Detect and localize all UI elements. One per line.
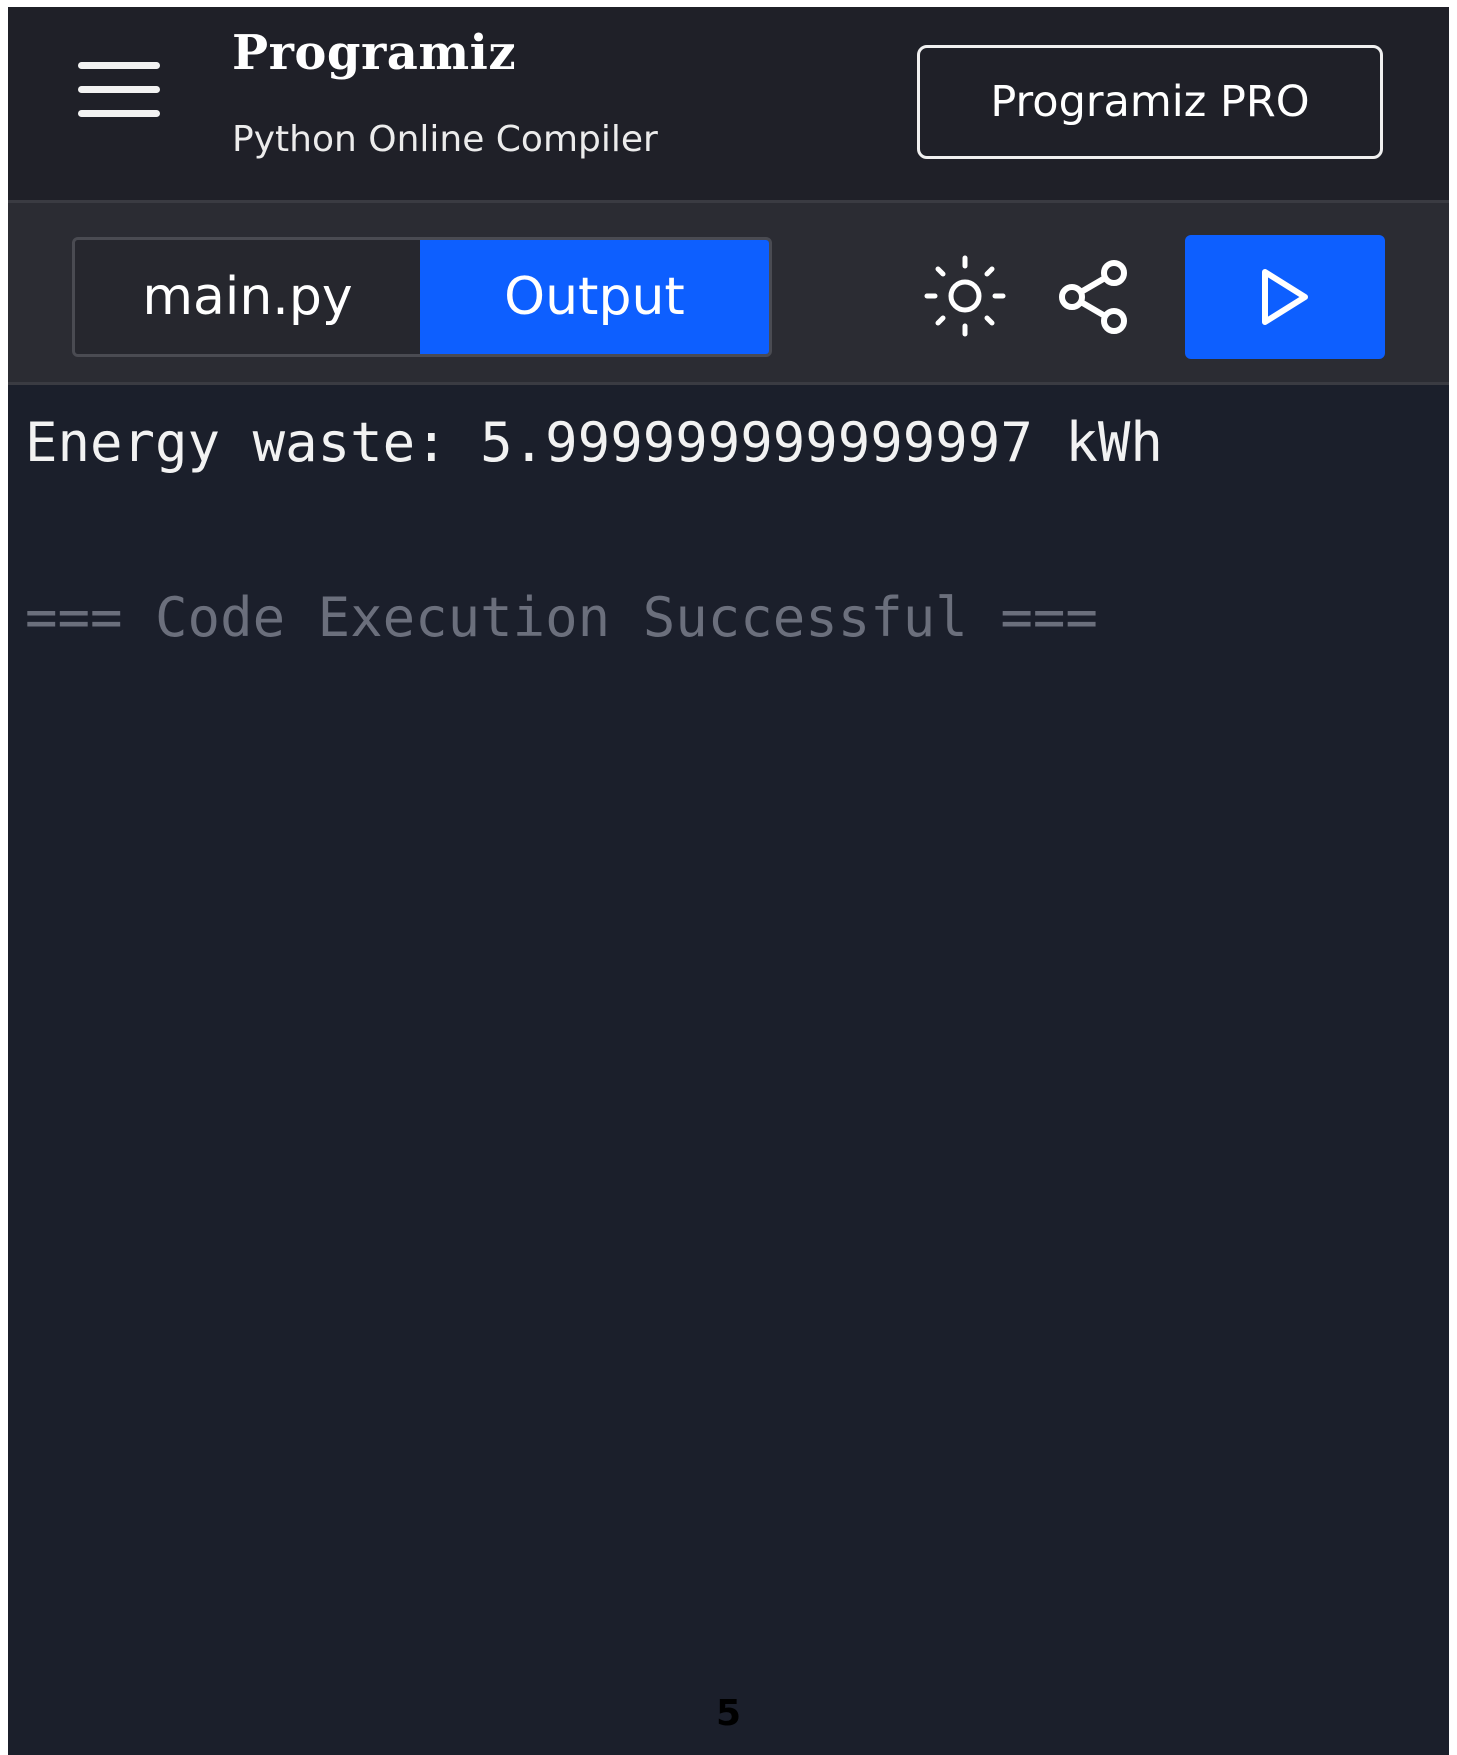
- programiz-pro-button[interactable]: Programiz PRO: [917, 45, 1383, 159]
- play-icon: [1262, 269, 1308, 325]
- file-tabs: main.py Output: [72, 237, 772, 357]
- logo-text: Programiz: [232, 25, 517, 81]
- page-subtitle: Python Online Compiler: [232, 119, 658, 160]
- tab-main-py[interactable]: main.py: [75, 240, 420, 354]
- output-panel: Energy waste: 5.999999999999997 kWh === …: [8, 385, 1449, 1755]
- sun-icon[interactable]: [923, 254, 1007, 338]
- run-button[interactable]: [1185, 235, 1385, 359]
- share-icon[interactable]: [1054, 256, 1134, 338]
- execution-status-line: === Code Execution Successful ===: [25, 586, 1098, 649]
- output-result-line: Energy waste: 5.999999999999997 kWh: [25, 411, 1163, 474]
- menu-icon[interactable]: [78, 59, 160, 121]
- page-number: 5: [715, 1693, 742, 1734]
- compiler-screen: Programiz Python Online Compiler Program…: [8, 7, 1449, 1755]
- app-header: Programiz Python Online Compiler Program…: [8, 7, 1449, 200]
- tab-output[interactable]: Output: [420, 240, 769, 354]
